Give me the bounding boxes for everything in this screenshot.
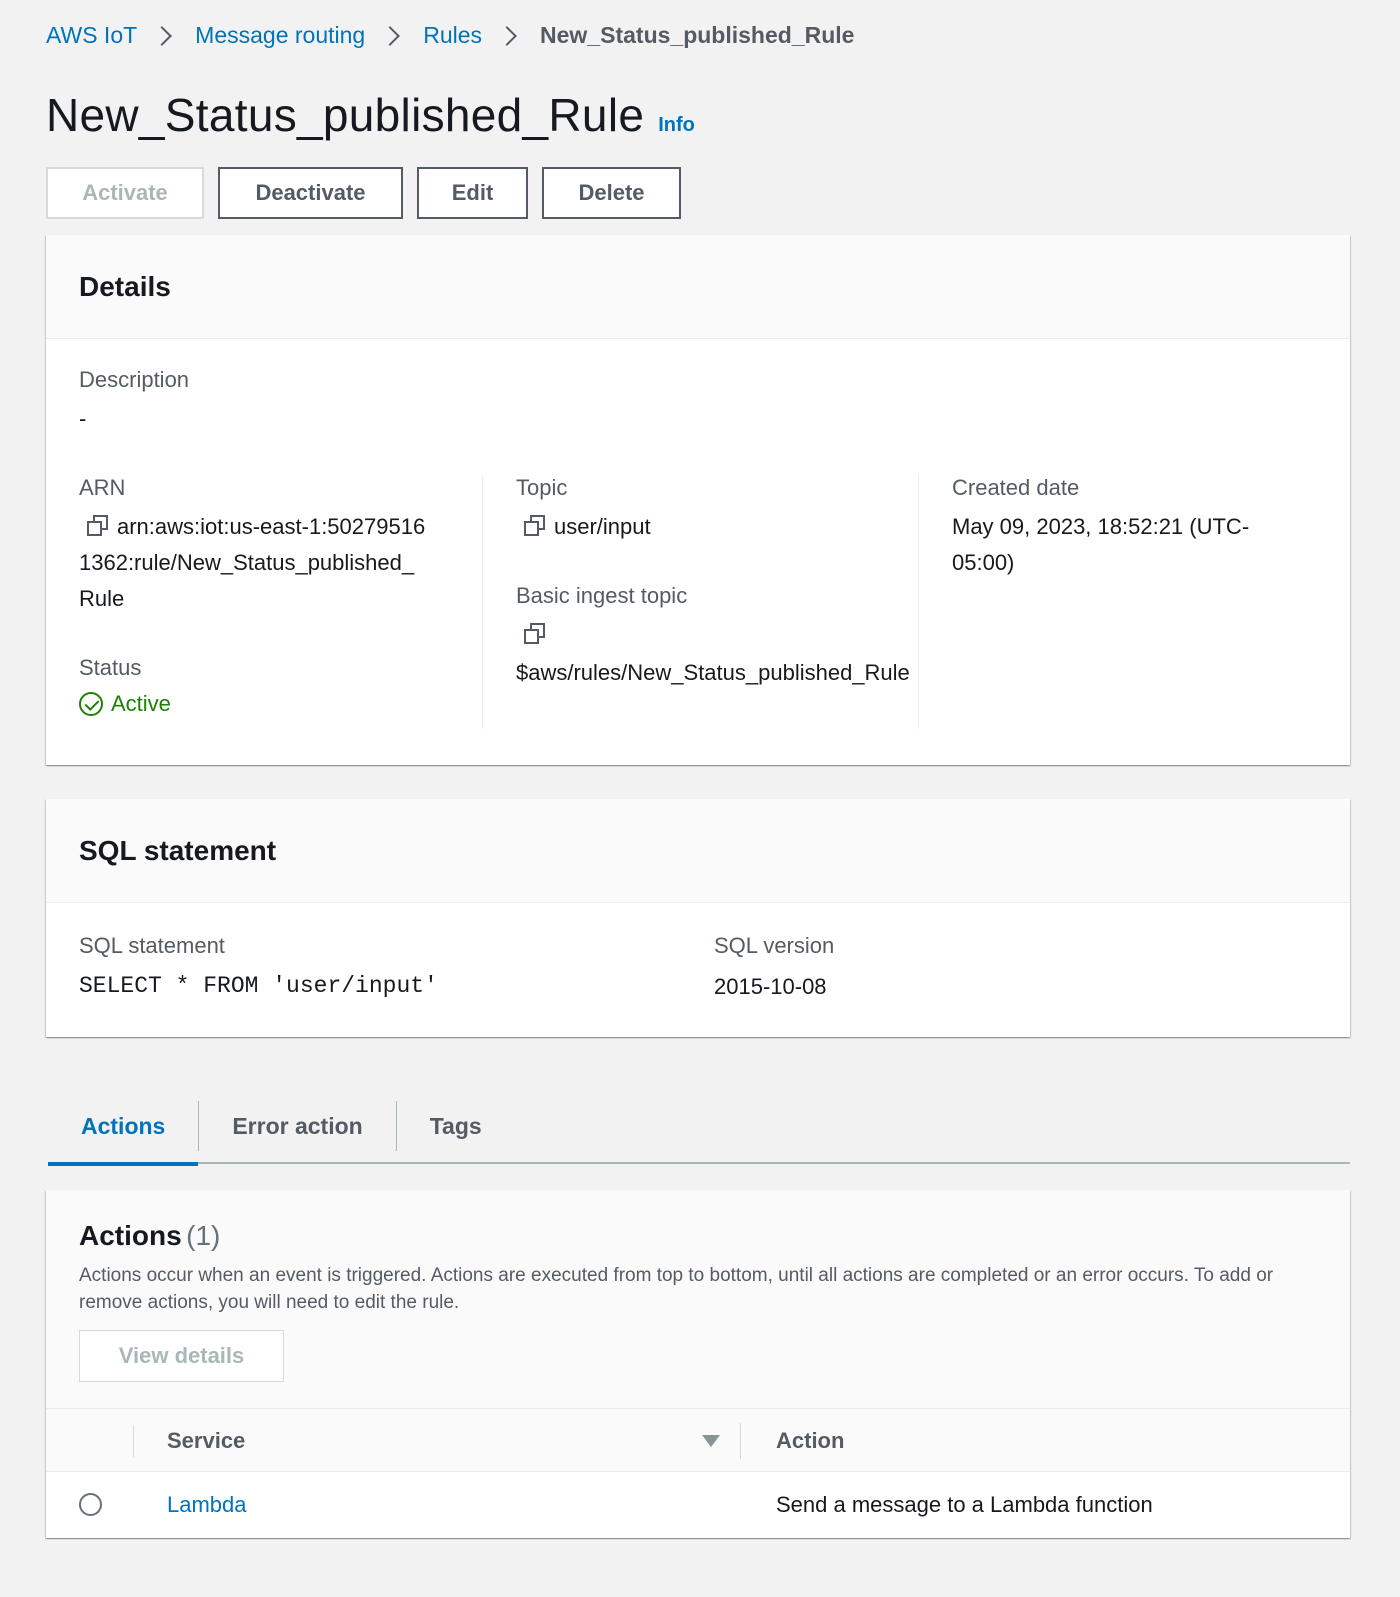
table-row[interactable]: Lambda Send a message to a Lambda functi… [46, 1472, 1350, 1538]
sql-version-label: SQL version [714, 933, 835, 958]
details-title: Details [79, 270, 171, 302]
created-date-label: Created date [952, 475, 1080, 500]
sql-body: SQL statement SELECT * FROM 'user/input'… [46, 903, 1350, 1037]
actions-count: (1) [186, 1220, 221, 1251]
edit-button[interactable]: Edit [417, 167, 528, 219]
page-header: New_Status_published_Rule Info [46, 88, 695, 142]
actions-table-header: Service Action [46, 1408, 1350, 1472]
breadcrumb-message-routing[interactable]: Message routing [195, 22, 365, 49]
chevron-right-icon [152, 25, 173, 46]
status-value: Active [111, 691, 171, 716]
description-value: - [79, 406, 87, 431]
arn-label: ARN [79, 475, 126, 500]
view-details-button[interactable]: View details [79, 1330, 284, 1382]
row-radio-button[interactable] [79, 1493, 102, 1516]
copy-icon[interactable] [87, 515, 109, 537]
page-title: New_Status_published_Rule [46, 89, 645, 141]
column-header-service[interactable]: Service [167, 1409, 245, 1473]
actions-description: Actions occur when an event is triggered… [79, 1265, 1274, 1313]
actions-title: Actions [79, 1220, 182, 1251]
info-link[interactable]: Info [658, 114, 695, 137]
tab-tags[interactable]: Tags [397, 1089, 515, 1163]
column-separator [133, 1425, 134, 1457]
breadcrumb: AWS IoT Message routing Rules New_Status… [46, 22, 854, 49]
service-link[interactable]: Lambda [167, 1472, 247, 1538]
activate-button[interactable]: Activate [46, 167, 204, 219]
rule-tabs: Actions Error action Tags [48, 1089, 1350, 1166]
actions-panel: Actions (1) Actions occur when an event … [46, 1190, 1350, 1538]
chevron-right-icon [380, 25, 401, 46]
check-circle-icon [79, 692, 103, 716]
column-separator[interactable] [740, 1423, 741, 1459]
sql-panel-header: SQL statement [46, 799, 1350, 903]
arn-line-2: 1362:rule/New_Status_published_ [79, 550, 415, 575]
arn-value: arn:aws:iot:us-east-1:50279516 1362:rule… [79, 509, 459, 617]
details-panel-header: Details [46, 235, 1350, 339]
actions-panel-header: Actions (1) Actions occur when an event … [46, 1190, 1350, 1408]
sql-version-value: 2015-10-08 [714, 974, 827, 999]
arn-line-3: Rule [79, 586, 125, 611]
details-panel: Details Description - ARN arn:aws:iot:us… [46, 235, 1350, 765]
column-divider [918, 475, 919, 729]
status-label: Status [79, 655, 142, 680]
topic-label: Topic [516, 475, 568, 500]
created-date-value: May 09, 2023, 18:52:21 (UTC- 05:00) [952, 509, 1249, 581]
tab-actions[interactable]: Actions [48, 1089, 199, 1166]
sql-title: SQL statement [79, 834, 277, 866]
column-divider [482, 475, 483, 729]
rule-actions-toolbar: Activate Deactivate Edit Delete [46, 167, 681, 219]
topic-text: user/input [554, 514, 651, 539]
chevron-right-icon [497, 25, 517, 46]
topic-value: user/input [516, 509, 651, 545]
sort-descending-icon[interactable] [702, 1435, 720, 1447]
copy-icon[interactable] [524, 623, 554, 647]
breadcrumb-current: New_Status_published_Rule [540, 22, 855, 48]
tab-error-action[interactable]: Error action [199, 1089, 395, 1163]
sql-statement-value: SELECT * FROM 'user/input' [79, 973, 438, 999]
column-header-action: Action [776, 1428, 845, 1453]
delete-button[interactable]: Delete [542, 167, 681, 219]
deactivate-button[interactable]: Deactivate [218, 167, 403, 219]
breadcrumb-aws-iot[interactable]: AWS IoT [46, 22, 137, 49]
description-label: Description [79, 367, 190, 392]
breadcrumb-rules[interactable]: Rules [423, 22, 482, 49]
basic-ingest-label: Basic ingest topic [516, 583, 688, 608]
created-date-line-2: 05:00) [952, 550, 1015, 575]
sql-panel: SQL statement SQL statement SELECT * FRO… [46, 799, 1350, 1037]
copy-icon[interactable] [524, 515, 546, 537]
arn-line-1: arn:aws:iot:us-east-1:50279516 [117, 514, 426, 539]
basic-ingest-value: $aws/rules/New_Status_published_Rule [516, 660, 910, 685]
sql-statement-label: SQL statement [79, 933, 225, 958]
created-date-line-1: May 09, 2023, 18:52:21 (UTC- [952, 514, 1250, 539]
action-cell: Send a message to a Lambda function [776, 1492, 1153, 1517]
details-body: Description - ARN arn:aws:iot:us-east-1:… [46, 339, 1350, 765]
status-badge: Active [79, 691, 171, 717]
